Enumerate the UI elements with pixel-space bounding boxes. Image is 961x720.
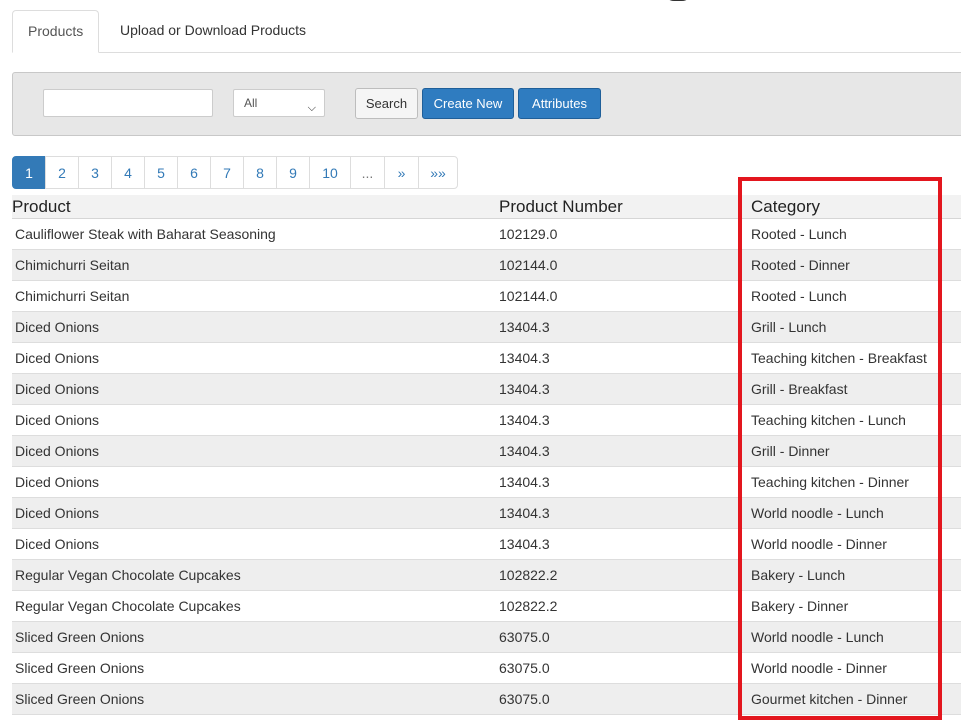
tab-upload-download[interactable]: Upload or Download Products xyxy=(105,10,321,51)
cell-category: World noodle - Dinner xyxy=(751,536,887,552)
cell-product: Diced Onions xyxy=(15,350,100,366)
search-input[interactable] xyxy=(43,89,213,117)
cell-product-number: 102144.0 xyxy=(499,288,558,304)
cell-category: Grill - Lunch xyxy=(751,319,827,335)
table-row[interactable]: Diced Onions 13404.3 Teaching kitchen - Lu… xyxy=(12,405,961,436)
filter-selected-value: All xyxy=(244,96,258,110)
page-10[interactable]: 10 xyxy=(309,156,351,189)
cell-category: Teaching kitchen - Dinner xyxy=(751,474,909,490)
cell-product-number: 63075.0 xyxy=(499,660,550,676)
table-row[interactable]: Cauliflower Steak with Baharat Seasoning… xyxy=(12,219,961,250)
page-3[interactable]: 3 xyxy=(78,156,112,189)
cell-category: Rooted - Lunch xyxy=(751,226,847,242)
cell-category: Teaching kitchen - Lunch xyxy=(751,412,906,428)
table-row[interactable]: Chimichurri Seitan 102144.0 Rooted - Dinne… xyxy=(12,250,961,281)
cell-product-number: 13404.3 xyxy=(499,505,550,521)
cell-product-number: 102129.0 xyxy=(499,226,558,242)
page-4[interactable]: 4 xyxy=(111,156,145,189)
cell-category: Grill - Dinner xyxy=(751,443,830,459)
cell-category: Rooted - Dinner xyxy=(751,257,850,273)
cell-product-number: 63075.0 xyxy=(499,629,550,645)
header-category[interactable]: Category xyxy=(751,197,820,217)
cell-product: Regular Vegan Chocolate Cupcakes xyxy=(15,598,241,614)
cell-product-number: 13404.3 xyxy=(499,381,550,397)
cell-category: Bakery - Dinner xyxy=(751,598,849,614)
header-product[interactable]: Product xyxy=(12,197,71,217)
cell-product-number: 102822.2 xyxy=(499,598,558,614)
create-new-button[interactable]: Create New xyxy=(422,88,514,119)
cell-product: Chimichurri Seitan xyxy=(15,288,130,304)
cell-product: Sliced Green Onions xyxy=(15,660,145,676)
cell-category: Rooted - Lunch xyxy=(751,288,847,304)
header-product-number[interactable]: Product Number xyxy=(499,197,623,217)
page-title-fragment xyxy=(640,0,700,2)
table-row[interactable]: Diced Onions 13404.3 Teaching kitchen - Di… xyxy=(12,467,961,498)
page-next[interactable]: » xyxy=(384,156,419,189)
table-row[interactable]: Sliced Green Onions 63075.0 World noodle -… xyxy=(12,622,961,653)
cell-product: Diced Onions xyxy=(15,412,100,428)
table-row[interactable]: Regular Vegan Chocolate Cupcakes 102822.2… xyxy=(12,591,961,622)
cell-product: Diced Onions xyxy=(15,505,100,521)
search-button[interactable]: Search xyxy=(355,88,418,119)
cell-product: Regular Vegan Chocolate Cupcakes xyxy=(15,567,241,583)
filter-toolbar: All ⌵ Search Create New Attributes xyxy=(12,72,961,136)
tab-bar: Products Upload or Download Products xyxy=(12,10,961,53)
cell-product-number: 13404.3 xyxy=(499,350,550,366)
page-1[interactable]: 1 xyxy=(12,156,46,189)
cell-product-number: 63075.0 xyxy=(499,691,550,707)
cell-product-number: 102822.2 xyxy=(499,567,558,583)
cell-product: Sliced Green Onions xyxy=(15,629,145,645)
cell-product-number: 13404.3 xyxy=(499,443,550,459)
pagination: 1 2 3 4 5 6 7 8 9 10 ... » »» xyxy=(12,156,458,189)
table-row[interactable]: Chimichurri Seitan 102144.0 Rooted - Lunch xyxy=(12,281,961,312)
table-row[interactable]: Diced Onions 13404.3 World noodle - Dinner xyxy=(12,529,961,560)
cell-category: Gourmet kitchen - Dinner xyxy=(751,691,908,707)
page-last[interactable]: »» xyxy=(418,156,458,189)
page-5[interactable]: 5 xyxy=(144,156,178,189)
page-9[interactable]: 9 xyxy=(276,156,310,189)
cell-category: World noodle - Lunch xyxy=(751,505,884,521)
table-row[interactable]: Sliced Green Onions 63075.0 Gourmet kitche… xyxy=(12,684,961,715)
cell-product-number: 13404.3 xyxy=(499,536,550,552)
cell-product-number: 102144.0 xyxy=(499,257,558,273)
cell-product: Chimichurri Seitan xyxy=(15,257,130,273)
cell-product: Diced Onions xyxy=(15,319,100,335)
cell-category: World noodle - Dinner xyxy=(751,660,887,676)
attributes-button[interactable]: Attributes xyxy=(518,88,601,119)
table-row[interactable]: Regular Vegan Chocolate Cupcakes 102822.2… xyxy=(12,560,961,591)
page-8[interactable]: 8 xyxy=(243,156,277,189)
cell-product: Cauliflower Steak with Baharat Seasoning xyxy=(15,226,276,242)
cell-product: Diced Onions xyxy=(15,474,100,490)
tab-products[interactable]: Products xyxy=(12,10,100,53)
page-ellipsis[interactable]: ... xyxy=(350,156,385,189)
page-7[interactable]: 7 xyxy=(210,156,244,189)
cell-product-number: 13404.3 xyxy=(499,412,550,428)
table-row[interactable]: Diced Onions 13404.3 Grill - Lunch xyxy=(12,312,961,343)
table-row[interactable]: Diced Onions 13404.3 World noodle - Lunch xyxy=(12,498,961,529)
table-header: Product Product Number Category xyxy=(12,195,961,219)
table-row[interactable]: Sliced Green Onions 63075.0 World noodle -… xyxy=(12,653,961,684)
cell-category: Bakery - Lunch xyxy=(751,567,846,583)
category-filter-select[interactable]: All ⌵ xyxy=(233,89,325,117)
page-2[interactable]: 2 xyxy=(45,156,79,189)
cell-product: Sliced Green Onions xyxy=(15,691,145,707)
cell-category: Teaching kitchen - Breakfast xyxy=(751,350,927,366)
table-row[interactable]: Diced Onions 13404.3 Grill - Dinner xyxy=(12,436,961,467)
cell-product: Diced Onions xyxy=(15,381,100,397)
table-row[interactable]: Diced Onions 13404.3 Teaching kitchen - Br… xyxy=(12,343,961,374)
products-table: Product Product Number Category Cauliflo… xyxy=(12,195,961,715)
cell-product: Diced Onions xyxy=(15,443,100,459)
chevron-down-icon: ⌵ xyxy=(307,102,316,114)
page-6[interactable]: 6 xyxy=(177,156,211,189)
cell-product: Diced Onions xyxy=(15,536,100,552)
cell-product-number: 13404.3 xyxy=(499,474,550,490)
table-row[interactable]: Diced Onions 13404.3 Grill - Breakfast xyxy=(12,374,961,405)
cell-category: World noodle - Lunch xyxy=(751,629,884,645)
cell-category: Grill - Breakfast xyxy=(751,381,848,397)
cell-product-number: 13404.3 xyxy=(499,319,550,335)
